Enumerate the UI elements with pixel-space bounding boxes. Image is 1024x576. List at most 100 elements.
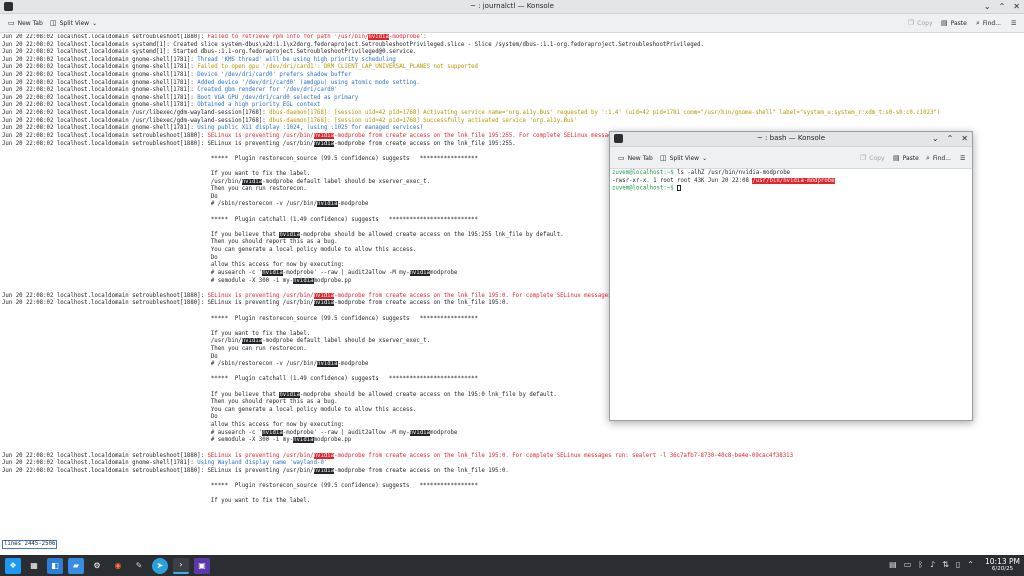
terminal-line: If you want to fix the label.: [2, 498, 1022, 506]
terminal-text: -modprobe should be allowed create acces…: [299, 391, 557, 398]
clock[interactable]: 10:13 PM 6/20/25: [985, 557, 1020, 572]
app-launcher-icon[interactable]: ❖: [5, 557, 21, 574]
terminal-text: -modprobe':: [388, 34, 427, 40]
prompt: zuvem@localhost:~$: [612, 185, 674, 192]
close-icon[interactable]: ✕: [1013, 2, 1020, 11]
clock-time: 10:13 PM: [985, 557, 1020, 566]
firefox-icon[interactable]: ◉: [110, 558, 126, 574]
terminal-text: Failed to retrieve rpm info for path '/u…: [207, 34, 369, 40]
terminal-text: If you believe that: [2, 391, 280, 398]
terminal-text: -modprobe: [337, 361, 369, 368]
terminal-text: Jun 20 22:08:02 localhost.localdomain se…: [2, 467, 314, 474]
terminal-line: Jun 20 22:08:02 localhost.localdomain gn…: [2, 87, 1022, 95]
main-titlebar[interactable]: ~ : journalctl — Konsole ⌄ ⌃ ✕: [0, 0, 1024, 14]
minimize-icon[interactable]: ⌄: [932, 134, 939, 143]
minimize-icon[interactable]: ⌄: [984, 2, 991, 11]
terminal-text: You can generate a local policy module t…: [2, 406, 417, 413]
bash-titlebar[interactable]: ~ : bash — Konsole ⌄ ⌃ ✕: [610, 132, 972, 147]
search-icon: ⌕: [926, 154, 930, 162]
files-icon[interactable]: ▰: [68, 557, 84, 574]
paste-button[interactable]: ▤ Paste: [893, 155, 919, 163]
terminal-text: Jun 20 22:08:02 localhost.localdomain gn…: [2, 79, 198, 86]
paste-button[interactable]: ▤ Paste: [941, 20, 967, 28]
terminal-line: Jun 20 22:08:02 localhost.localdomain gn…: [2, 64, 1022, 72]
display-icon[interactable]: ▭: [904, 560, 912, 569]
terminal-text: Jun 20 22:08:02 localhost.localdomain sy…: [2, 49, 417, 56]
terminal-text: SELinux is preventing /usr/bin/: [207, 452, 314, 459]
terminal-text: Jun 20 22:08:02 localhost.localdomain gn…: [2, 56, 198, 63]
search-highlight: nvidia: [409, 269, 431, 276]
copy-icon: ❐: [908, 19, 915, 27]
copy-button[interactable]: ❐ Copy: [908, 19, 933, 28]
system-settings-icon[interactable]: ⚙: [89, 558, 105, 574]
terminal-text: /usr/bin/: [2, 178, 242, 185]
split-view-icon: ◫: [660, 154, 667, 162]
clipboard-icon[interactable]: ▤: [889, 560, 897, 569]
maximize-icon[interactable]: ⌃: [999, 2, 1006, 11]
terminal-text: Jun 20 22:08:02 localhost.localdomain se…: [2, 452, 208, 459]
terminal-text: Do: [2, 254, 218, 261]
terminal-text: # /sbin/restorecon -v /usr/bin/: [2, 361, 318, 368]
terminal-text: Jun 20 22:08:02 localhost.localdomain /u…: [2, 117, 270, 124]
search-highlight: nvidia: [313, 467, 335, 474]
volume-icon[interactable]: ♪: [930, 560, 935, 569]
terminal-text: Jun 20 22:08:02 localhost.localdomain /u…: [2, 110, 270, 117]
terminal-line: Jun 20 22:08:02 localhost.localdomain /u…: [2, 118, 1022, 126]
chevron-up-icon[interactable]: ⌃: [967, 560, 974, 569]
terminal-text: ***** Plugin restorecon_source (99.5 con…: [2, 315, 478, 322]
hamburger-menu-icon[interactable]: ☰: [1011, 20, 1016, 27]
terminal-line: Jun 20 22:08:02 localhost.localdomain sy…: [2, 49, 1022, 57]
telegram-icon[interactable]: ➤: [152, 557, 168, 574]
network-icon[interactable]: ⇅: [942, 560, 949, 569]
terminal-text: Jun 20 22:08:02 localhost.localdomain se…: [2, 292, 208, 299]
new-tab-button[interactable]: ▭ New Tab: [618, 154, 653, 163]
search-highlight: nvidia: [241, 338, 263, 345]
close-icon[interactable]: ✕: [961, 134, 968, 143]
terminal-text: allow this access for now by executing:: [2, 262, 345, 269]
terminal-text: # semodule -X 300 -i my-: [2, 277, 294, 284]
terminal-text: Using Wayland display name 'wayland-0': [197, 460, 328, 467]
bash-toolbar: ▭ New Tab ◫ Split View ⌄ ❐ Copy ▤ Paste …: [610, 147, 972, 169]
find-button[interactable]: ⌕ Find...: [926, 154, 951, 163]
search-highlight: nvidia: [279, 231, 300, 238]
discover-icon[interactable]: ◧: [47, 557, 63, 574]
terminal-text: Failed to open gpu '/dev/dri/card1': DRM…: [197, 64, 478, 71]
paste-label: Paste: [902, 155, 919, 162]
terminal-line: Jun 20 22:08:02 localhost.localdomain gn…: [2, 102, 1022, 110]
terminal-text: -modprobe default label should be xserve…: [262, 338, 431, 345]
terminal-text: If you want to fix the label.: [2, 170, 311, 177]
new-tab-button[interactable]: ▭ New Tab: [8, 20, 43, 28]
battery-icon[interactable]: ▯: [956, 560, 960, 569]
command: ls -alhZ /usr/bin/nvidia-modprobe: [673, 170, 791, 176]
terminal-text: Then you should report this as a bug.: [2, 399, 338, 406]
terminal-text: allow this access for now by executing:: [2, 422, 345, 429]
search-highlight: nvidia: [262, 269, 283, 276]
search-highlight: nvidia: [279, 391, 300, 398]
krita-icon[interactable]: ✎: [131, 558, 147, 574]
pager-icon[interactable]: ▦: [26, 558, 42, 574]
terminal-text: Jun 20 22:08:02 localhost.localdomain gn…: [2, 125, 198, 132]
terminal-text: Then you should report this as a bug.: [2, 239, 338, 246]
terminal-text: Jun 20 22:08:02 localhost.localdomain gn…: [2, 72, 198, 79]
bash-terminal[interactable]: zuvem@localhost:~$ ls -alhZ /usr/bin/nvi…: [612, 170, 970, 418]
terminal-icon[interactable]: ▣: [194, 557, 210, 574]
new-tab-icon: ▭: [618, 154, 625, 162]
split-view-button[interactable]: ◫ Split View ⌄: [660, 154, 707, 163]
terminal-text: Jun 20 22:08:02 localhost.localdomain se…: [2, 34, 208, 40]
search-highlight: nvidia: [317, 201, 338, 208]
terminal-text: Jun 20 22:08:02 localhost.localdomain se…: [2, 132, 208, 139]
copy-label: Copy: [917, 20, 933, 27]
maximize-icon[interactable]: ⌃: [947, 134, 954, 143]
split-view-label: Split View: [669, 155, 700, 162]
split-view-button[interactable]: ◫ Split View ⌄: [50, 20, 97, 28]
terminal-line: Jun 20 22:08:02 localhost.localdomain gn…: [2, 95, 1022, 103]
hamburger-menu-icon[interactable]: ☰: [960, 155, 965, 162]
find-button[interactable]: ⌕ Find...: [976, 20, 1001, 28]
bash-window-title: ~ : bash — Konsole: [756, 134, 826, 142]
copy-button[interactable]: ❐ Copy: [860, 155, 885, 163]
bluetooth-icon[interactable]: ᛒ: [918, 560, 923, 569]
terminal-text: -modprobe from create access on the lnk_…: [334, 292, 629, 299]
search-highlight: nvidia: [262, 429, 283, 436]
find-label: Find...: [932, 155, 951, 162]
konsole-icon[interactable]: ›: [173, 557, 189, 574]
